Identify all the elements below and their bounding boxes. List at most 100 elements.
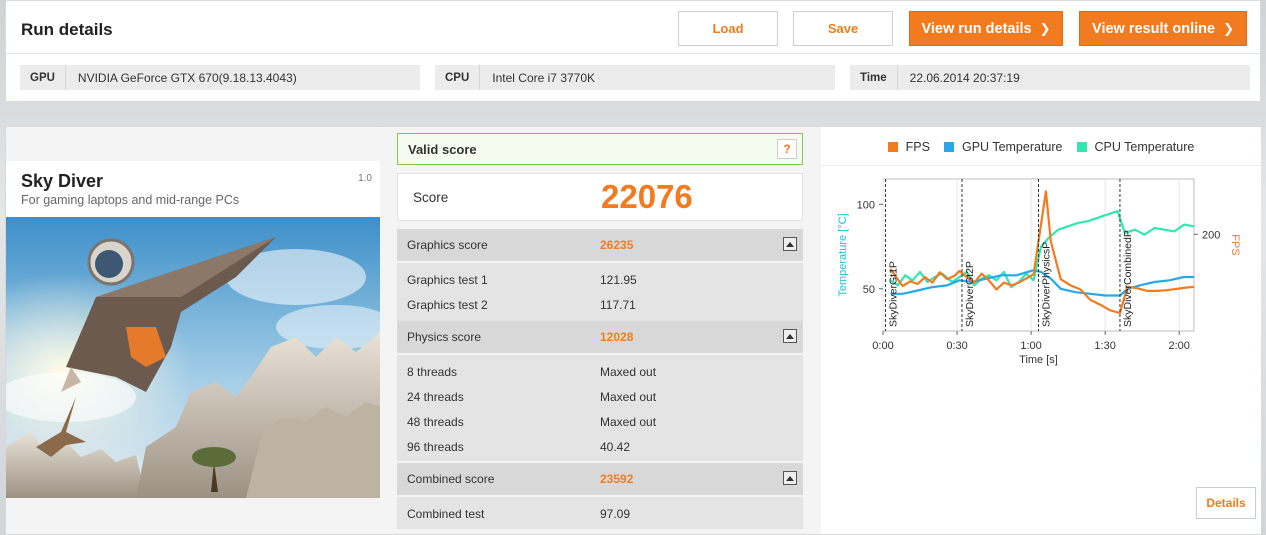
- legend-swatch: [887, 142, 898, 152]
- time-info: Time 22.06.2014 20:37:19: [850, 65, 1250, 90]
- table-row: 24 threads Maxed out: [397, 384, 803, 409]
- save-button[interactable]: Save: [793, 11, 893, 46]
- graphics-score-header[interactable]: Graphics score 26235: [397, 229, 803, 261]
- x-tick-label: 2:00: [1168, 340, 1189, 352]
- collapse-icon[interactable]: [783, 237, 797, 251]
- score-value: 22076: [601, 178, 693, 215]
- combined-details: Combined test 97.09: [397, 497, 803, 529]
- y-left-tick-label: 100: [857, 199, 875, 211]
- row-value: Maxed out: [600, 415, 657, 429]
- legend-swatch: [943, 142, 954, 152]
- y-left-axis-label: Temperature [°C]: [837, 213, 849, 296]
- divider: [821, 165, 1261, 166]
- row-label: 48 threads: [407, 415, 464, 429]
- row-value: 117.71: [600, 298, 636, 312]
- table-row: 48 threads Maxed out: [397, 409, 803, 434]
- physics-details: 8 threads Maxed out 24 threads Maxed out…: [397, 355, 803, 461]
- physics-score-value: 12028: [600, 330, 634, 344]
- test-description: For gaming laptops and mid-range PCs: [21, 193, 240, 207]
- combined-score-label: Combined score: [407, 472, 495, 486]
- table-row: 8 threads Maxed out: [397, 359, 803, 384]
- chart-legend: FPS GPU Temperature CPU Temperature: [821, 137, 1261, 157]
- gpu-value: NVIDIA GeForce GTX 670(9.18.13.4043): [77, 70, 297, 85]
- row-label: Combined test: [407, 507, 485, 521]
- row-value: Maxed out: [600, 390, 657, 404]
- help-button[interactable]: ?: [777, 139, 797, 159]
- combined-score-value: 23592: [600, 472, 634, 486]
- row-label: 24 threads: [407, 390, 464, 404]
- table-row: Combined test 97.09: [397, 501, 803, 526]
- x-tick-label: 0:30: [946, 340, 967, 352]
- phase-label: SkyDiverPhysicsP: [1041, 242, 1053, 327]
- test-version: 1.0: [358, 173, 372, 184]
- table-row: Graphics test 1 121.95: [397, 267, 803, 292]
- cpu-value: Intel Core i7 3770K: [492, 70, 596, 85]
- combined-score-header[interactable]: Combined score 23592: [397, 463, 803, 495]
- legend-item-gpu-temperature[interactable]: GPU Temperature: [943, 137, 1063, 157]
- collapse-icon[interactable]: [783, 329, 797, 343]
- row-label: Graphics test 1: [407, 273, 488, 287]
- total-score: Score 22076: [397, 173, 803, 221]
- table-row: Graphics test 2 117.71: [397, 292, 803, 317]
- cpu-label: CPU: [435, 65, 481, 90]
- results-panel: Sky Diver For gaming laptops and mid-ran…: [5, 126, 1261, 535]
- divider: [6, 53, 1260, 54]
- run-details-panel: Run details Load Save View run details ❯…: [5, 0, 1261, 102]
- score-label: Score: [413, 190, 449, 205]
- time-label: Time: [850, 65, 898, 90]
- view-run-details-label: View run details: [921, 20, 1032, 37]
- x-axis-label: Time [s]: [1019, 354, 1058, 366]
- view-result-online-button[interactable]: View result online ❯: [1079, 11, 1247, 46]
- x-tick-label: 1:30: [1094, 340, 1115, 352]
- graphics-score-value: 26235: [600, 238, 634, 252]
- legend-label: GPU Temperature: [961, 140, 1063, 154]
- x-tick-label: 0:00: [872, 340, 893, 352]
- sky-diver-artwork: [6, 217, 380, 498]
- time-value: 22.06.2014 20:37:19: [909, 70, 1020, 85]
- physics-score-label: Physics score: [407, 330, 482, 344]
- phase-label: SkyDiverGt1P: [887, 261, 899, 327]
- legend-item-cpu-temperature[interactable]: CPU Temperature: [1076, 137, 1195, 157]
- row-value: 121.95: [600, 273, 637, 287]
- row-label: 96 threads: [407, 440, 464, 454]
- row-label: Graphics test 2: [407, 298, 488, 312]
- y-right-axis-label: FPS: [1229, 234, 1241, 255]
- view-run-details-button[interactable]: View run details ❯: [909, 11, 1063, 46]
- test-name: Sky Diver: [21, 171, 104, 191]
- help-icon: ?: [783, 142, 791, 156]
- save-button-label: Save: [827, 21, 859, 36]
- page-title: Run details: [21, 20, 113, 39]
- load-button-label: Load: [712, 21, 744, 36]
- details-button[interactable]: Details: [1196, 487, 1256, 519]
- graphics-details: Graphics test 1 121.95 Graphics test 2 1…: [397, 263, 803, 321]
- phase-label: SkyDiverCombinedP: [1122, 230, 1134, 327]
- test-card: Sky Diver For gaming laptops and mid-ran…: [6, 161, 380, 498]
- gpu-label: GPU: [20, 65, 66, 90]
- chevron-right-icon: ❯: [1039, 20, 1051, 36]
- row-value: 97.09: [600, 507, 631, 521]
- load-button[interactable]: Load: [678, 11, 778, 46]
- y-left-tick-label: 50: [863, 284, 875, 296]
- gpu-info: GPU NVIDIA GeForce GTX 670(9.18.13.4043): [20, 65, 420, 90]
- view-result-online-label: View result online: [1092, 20, 1216, 37]
- legend-item-fps[interactable]: FPS: [887, 137, 930, 157]
- legend-swatch: [1076, 142, 1087, 152]
- row-value: 40.42: [600, 440, 631, 454]
- monitoring-chart-panel: FPS GPU Temperature CPU Temperature 0:00…: [821, 127, 1261, 534]
- table-row: 96 threads 40.42: [397, 434, 803, 459]
- physics-score-header[interactable]: Physics score 12028: [397, 321, 803, 353]
- graphics-score-label: Graphics score: [407, 238, 488, 252]
- chevron-right-icon: ❯: [1223, 20, 1234, 36]
- details-button-label: Details: [1206, 496, 1246, 510]
- cpu-info: CPU Intel Core i7 3770K: [435, 65, 835, 90]
- y-right-tick-label: 200: [1202, 229, 1220, 241]
- phase-label: SkyDiverGt2P: [964, 261, 976, 327]
- valid-score-label: Valid score: [408, 141, 477, 157]
- valid-score-badge: Valid score ?: [397, 133, 803, 165]
- collapse-icon[interactable]: [783, 471, 797, 485]
- legend-label: CPU Temperature: [1094, 140, 1195, 154]
- row-label: 8 threads: [407, 365, 458, 379]
- x-tick-label: 1:00: [1020, 340, 1041, 352]
- legend-label: FPS: [905, 140, 930, 154]
- line-chart: 0:00 0:30 1:00 1:30 2:00 50 100 200 Time [s] Temp…: [837, 178, 1241, 366]
